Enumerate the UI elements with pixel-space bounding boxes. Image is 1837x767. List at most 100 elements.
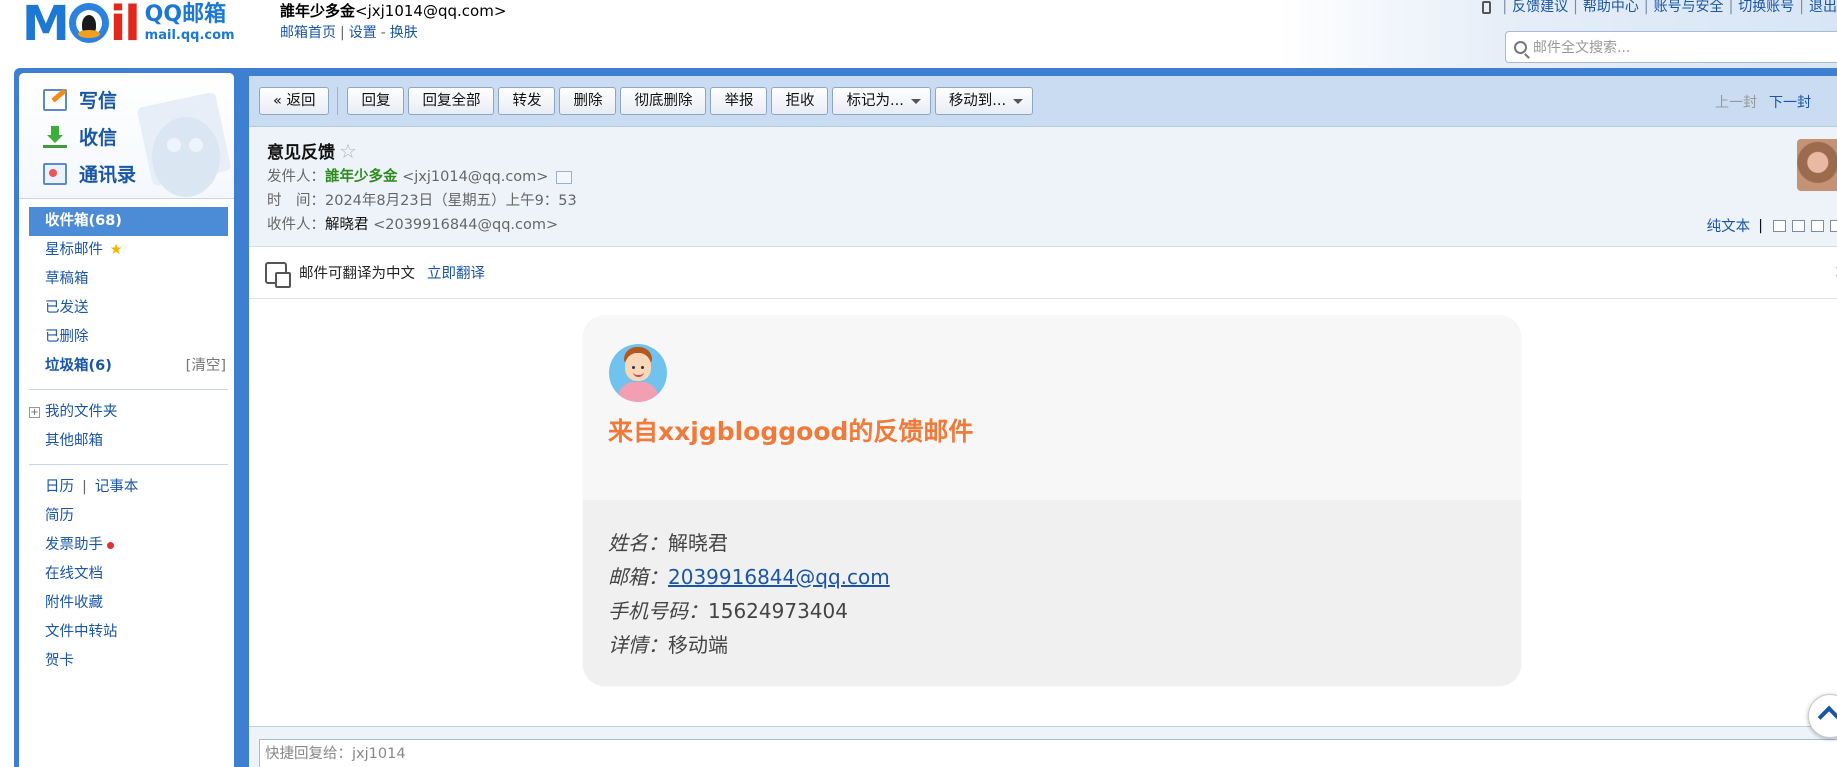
receive-button[interactable]: 收信 [19, 118, 234, 155]
sidebar-item-resume[interactable]: 简历 [19, 502, 234, 531]
quick-reply-input[interactable]: 快捷回复给：jxj1014 [259, 739, 1837, 767]
prev-mail-link[interactable]: 上一封 [1715, 95, 1757, 111]
link-mail-home[interactable]: 邮箱首页 [280, 25, 336, 41]
phone-field: 手机号码：15624973404 [608, 594, 1521, 628]
download-icon [43, 125, 67, 148]
contacts-button[interactable]: 通讯录 [19, 155, 234, 192]
plain-text-link[interactable]: 纯文本 [1707, 215, 1751, 236]
contact-card-icon[interactable] [556, 170, 573, 184]
new-window-icon[interactable] [1773, 219, 1786, 232]
sidebar-item-spam[interactable]: 垃圾箱(6) [清空] [19, 352, 234, 381]
sender-name[interactable]: 誰年少多金 [325, 169, 398, 185]
reject-button[interactable]: 拒收 [771, 87, 829, 115]
translate-bar: 邮件可翻译为中文 立即翻译 ✕ [249, 247, 1837, 299]
user-name: 誰年少多金 [280, 2, 356, 20]
link-settings[interactable]: 设置 [349, 25, 377, 41]
sender-avatar[interactable] [1797, 139, 1837, 191]
logo-mail-mark: Mil [22, 0, 141, 52]
time-line: 时 间：2024年8月23日（星期五）上午9：53 [267, 189, 1837, 213]
empty-spam-link[interactable]: [清空] [186, 352, 226, 381]
phone-label: 手机号码： [608, 599, 708, 623]
expand-icon[interactable]: + [29, 407, 40, 418]
star-icon: ★ [109, 242, 123, 258]
top-links: | 反馈建议 | 帮助中心 | 账号与安全 | 切换账号 | 退出 [1482, 0, 1837, 16]
sidebar-item-drafts[interactable]: 草稿箱 [19, 265, 234, 294]
move-to-dropdown[interactable]: 移动到... [934, 87, 1034, 115]
phone-value: 15624973404 [708, 599, 848, 623]
notification-dot-icon [107, 541, 114, 549]
email-link[interactable]: 2039916844@qq.com [668, 565, 890, 589]
card-title: 来自xxjgbloggood的反馈邮件 [608, 417, 974, 446]
mark-as-dropdown[interactable]: 标记为... [832, 87, 931, 115]
link-switch-account[interactable]: 切换账号 [1738, 0, 1794, 15]
logo-title: QQ邮箱 [144, 2, 227, 27]
divider [29, 464, 228, 465]
avatar-icon [609, 344, 667, 402]
view-options: 纯文本 | [1707, 215, 1837, 236]
user-email: <jxj1014@qq.com> [355, 2, 507, 20]
contacts-label: 通讯录 [79, 164, 137, 186]
spam-label: 垃圾箱(6) [45, 358, 112, 374]
feedback-card: 来自xxjgbloggood的反馈邮件 姓名：解晓君 邮箱：2039916844… [583, 316, 1521, 686]
phone-icon[interactable] [1482, 0, 1492, 14]
sidebar-item-inbox[interactable]: 收件箱(68) [29, 207, 228, 236]
sidebar-item-greeting-card[interactable]: 贺卡 [19, 647, 234, 676]
email-label: 邮箱： [608, 565, 668, 589]
forward-button[interactable]: 转发 [498, 87, 556, 115]
report-button[interactable]: 举报 [710, 87, 768, 115]
quick-reply-bar: 快捷回复给：jxj1014 [249, 726, 1837, 767]
delete-forever-button[interactable]: 彻底删除 [620, 87, 707, 115]
divider [29, 389, 228, 390]
calendar-link[interactable]: 日历 [45, 479, 74, 495]
compose-area: 写信 收信 通讯录 [19, 73, 234, 199]
qq-mail-logo[interactable]: Mil QQ邮箱 mail.qq.com [22, 0, 235, 52]
link-logout[interactable]: 退出 [1809, 0, 1837, 15]
contacts-icon [43, 162, 67, 185]
name-value: 解晓君 [668, 531, 728, 555]
star-outline-icon[interactable]: ☆ [339, 139, 357, 163]
logo-domain: mail.qq.com [144, 28, 235, 43]
sidebar-item-sent[interactable]: 已发送 [19, 294, 234, 323]
back-button[interactable]: « 返回 [259, 87, 330, 115]
compose-button[interactable]: 写信 [19, 81, 234, 118]
name-label: 姓名： [608, 531, 668, 555]
user-name-line: 誰年少多金<jxj1014@qq.com> [280, 0, 506, 22]
print-icon[interactable] [1830, 219, 1837, 232]
prev-next-nav: 上一封 下一封 [1715, 92, 1811, 112]
notepad-link[interactable]: 记事本 [95, 479, 139, 495]
translate-now-link[interactable]: 立即翻译 [427, 262, 485, 283]
download-mail-icon[interactable] [1811, 219, 1824, 232]
link-feedback[interactable]: 反馈建议 [1512, 0, 1568, 15]
fullscreen-icon[interactable] [1792, 219, 1805, 232]
sender-address: <jxj1014@qq.com> [402, 169, 549, 185]
sidebar-item-starred[interactable]: 星标邮件 ★ [19, 236, 234, 265]
link-account-security[interactable]: 账号与安全 [1654, 0, 1724, 15]
sidebar-item-attachments[interactable]: 附件收藏 [19, 589, 234, 618]
receive-label: 收信 [79, 127, 118, 149]
link-skin[interactable]: 换肤 [390, 25, 418, 41]
sidebar-item-online-docs[interactable]: 在线文档 [19, 560, 234, 589]
sidebar: 写信 收信 通讯录 收件箱(68) 星标邮件 ★ 草稿箱 已发送 已删除 垃圾箱… [19, 73, 234, 767]
sidebar-item-deleted[interactable]: 已删除 [19, 323, 234, 352]
starred-label: 星标邮件 [45, 242, 103, 258]
user-info: 誰年少多金<jxj1014@qq.com> 邮箱首页 | 设置 - 换肤 [280, 0, 507, 41]
detail-label: 详情： [608, 633, 668, 657]
next-mail-link[interactable]: 下一封 [1769, 95, 1811, 111]
to-line: 收件人：解晓君 <2039916844@qq.com> [267, 213, 1837, 237]
sidebar-item-file-transfer[interactable]: 文件中转站 [19, 618, 234, 647]
sidebar-item-other-mailbox[interactable]: 其他邮箱 [19, 427, 234, 456]
from-line: 发件人：誰年少多金 <jxj1014@qq.com> [267, 165, 1837, 189]
sidebar-item-my-folders[interactable]: + 我的文件夹 [19, 398, 234, 427]
main-panel: « 返回 回复 回复全部 转发 删除 彻底删除 举报 拒收 标记为... 移动到… [249, 76, 1837, 767]
top-header: Mil QQ邮箱 mail.qq.com 誰年少多金<jxj1014@qq.co… [0, 0, 1837, 72]
reply-all-button[interactable]: 回复全部 [408, 87, 495, 115]
search-input[interactable]: 邮件全文搜索... [1505, 31, 1837, 63]
link-help[interactable]: 帮助中心 [1583, 0, 1639, 15]
sidebar-item-invoice[interactable]: 发票助手 [19, 531, 234, 560]
recipient-address: <2039916844@qq.com> [373, 217, 559, 233]
recipient-name[interactable]: 解晓君 [325, 217, 369, 233]
to-label: 收件人： [267, 217, 325, 233]
reply-button[interactable]: 回复 [347, 87, 405, 115]
delete-button[interactable]: 删除 [559, 87, 617, 115]
search-placeholder: 邮件全文搜索... [1533, 40, 1631, 56]
